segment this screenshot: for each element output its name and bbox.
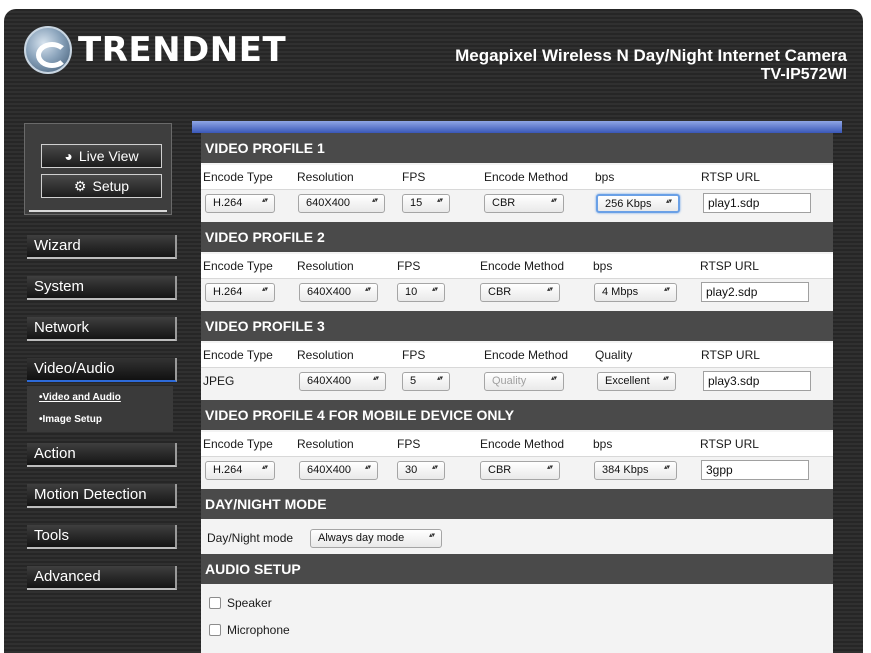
label-fps: FPS xyxy=(402,170,426,184)
label-rtsp-url: RTSP URL xyxy=(701,170,760,184)
eye-icon: ◕ xyxy=(64,148,73,164)
audio-setup-heading: AUDIO SETUP xyxy=(201,554,833,584)
profile-3-labels: Encode Type Resolution FPS Encode Method… xyxy=(201,343,833,368)
microphone-label: Microphone xyxy=(227,623,290,637)
gears-icon: ⚙ xyxy=(73,177,87,194)
nav-tools[interactable]: Tools xyxy=(27,525,177,549)
submenu-image-setup-label: Image Setup xyxy=(42,414,102,425)
submenu-video-and-audio-label: Video and Audio xyxy=(42,392,121,403)
profile-3-heading: VIDEO PROFILE 3 xyxy=(201,311,833,341)
speaker-checkbox[interactable] xyxy=(209,597,221,609)
content-top-bar xyxy=(192,121,842,133)
profile-4-encode-method-select[interactable]: CBR xyxy=(480,461,560,480)
profile-3-fps-select[interactable]: 5 xyxy=(402,372,450,391)
submenu-image-setup[interactable]: •Image Setup xyxy=(39,414,102,425)
profile-4-heading: VIDEO PROFILE 4 FOR MOBILE DEVICE ONLY xyxy=(201,400,833,430)
setup-label: Setup xyxy=(92,178,130,194)
nav-advanced[interactable]: Advanced xyxy=(27,566,177,590)
profile-1-controls: H.264 640X400 15 CBR 256 Kbps play1.sdp xyxy=(201,190,833,218)
nav-motion-detection[interactable]: Motion Detection xyxy=(27,484,177,508)
profile-3-encode-type-value: JPEG xyxy=(203,374,235,388)
profile-3-resolution-select[interactable]: 640X400 xyxy=(299,372,386,391)
product-title-block: Megapixel Wireless N Day/Night Internet … xyxy=(455,46,847,84)
label-resolution: Resolution xyxy=(297,348,354,362)
label-encode-type: Encode Type xyxy=(203,437,273,451)
profile-1-bps-select[interactable]: 256 Kbps xyxy=(596,194,680,213)
profile-2-rtsp-url-input[interactable]: play2.sdp xyxy=(701,282,809,302)
profile-1-encode-method-select[interactable]: CBR xyxy=(484,194,564,213)
profile-2-fps-select[interactable]: 10 xyxy=(397,283,445,302)
trendnet-logo-icon xyxy=(24,26,72,74)
profile-4-bps-select[interactable]: 384 Kbps xyxy=(594,461,677,480)
profile-1-heading: VIDEO PROFILE 1 xyxy=(201,133,833,163)
nav-wizard[interactable]: Wizard xyxy=(27,235,177,259)
profile-4-controls: H.264 640X400 30 CBR 384 Kbps 3gpp xyxy=(201,457,833,485)
label-bps: bps xyxy=(593,437,613,451)
product-model: TV-IP572WI xyxy=(760,66,847,83)
label-encode-type: Encode Type xyxy=(203,348,273,362)
profile-2-encode-type-select[interactable]: H.264 xyxy=(205,283,275,302)
label-encode-method: Encode Method xyxy=(484,348,569,362)
profile-1-fps-select[interactable]: 15 xyxy=(402,194,450,213)
speaker-label: Speaker xyxy=(227,596,272,610)
label-fps: FPS xyxy=(397,259,421,273)
microphone-checkbox[interactable] xyxy=(209,624,221,636)
brand-name: TRENDNET xyxy=(78,30,287,70)
profile-4-encode-type-select[interactable]: H.264 xyxy=(205,461,275,480)
label-fps: FPS xyxy=(397,437,421,451)
trendnet-logo: TRENDNET xyxy=(24,26,286,74)
label-encode-method: Encode Method xyxy=(480,437,565,451)
label-fps: FPS xyxy=(402,348,426,362)
profile-2-controls: H.264 640X400 10 CBR 4 Mbps play2.sdp xyxy=(201,279,833,307)
label-resolution: Resolution xyxy=(297,437,354,451)
microphone-option[interactable]: Microphone xyxy=(209,623,290,637)
label-rtsp-url: RTSP URL xyxy=(700,259,759,273)
label-encode-type: Encode Type xyxy=(203,170,273,184)
day-night-heading: DAY/NIGHT MODE xyxy=(201,489,833,519)
label-resolution: Resolution xyxy=(297,259,354,273)
profile-3-controls: JPEG 640X400 5 Quality Excellent play3.s… xyxy=(201,368,833,396)
profile-4-rtsp-url-input[interactable]: 3gpp xyxy=(701,460,809,480)
profile-2-encode-method-select[interactable]: CBR xyxy=(480,283,560,302)
view-switch-panel: ◕ Live View ⚙ Setup xyxy=(24,123,172,215)
day-night-label: Day/Night mode xyxy=(207,531,294,545)
day-night-mode-select[interactable]: Always day mode xyxy=(310,529,442,548)
label-encode-method: Encode Method xyxy=(480,259,565,273)
profile-4-labels: Encode Type Resolution FPS Encode Method… xyxy=(201,432,833,457)
product-title: Megapixel Wireless N Day/Night Internet … xyxy=(455,46,847,65)
profile-1-rtsp-url-input[interactable]: play1.sdp xyxy=(703,193,811,213)
profile-1-labels: Encode Type Resolution FPS Encode Method… xyxy=(201,165,833,190)
label-bps: bps xyxy=(595,170,615,184)
profile-2-labels: Encode Type Resolution FPS Encode Method… xyxy=(201,254,833,279)
setup-button[interactable]: ⚙ Setup xyxy=(41,174,162,198)
video-settings-panel: VIDEO PROFILE 1 Encode Type Resolution F… xyxy=(201,133,833,653)
nav-action[interactable]: Action xyxy=(27,443,177,467)
profile-2-resolution-select[interactable]: 640X400 xyxy=(299,283,378,302)
speaker-option[interactable]: Speaker xyxy=(209,596,272,610)
live-view-label: Live View xyxy=(78,148,139,164)
profile-1-resolution-select[interactable]: 640X400 xyxy=(298,194,385,213)
profile-3-encode-method-select: Quality xyxy=(484,372,564,391)
profile-2-heading: VIDEO PROFILE 2 xyxy=(201,222,833,252)
profile-4-fps-select[interactable]: 30 xyxy=(397,461,445,480)
live-view-button[interactable]: ◕ Live View xyxy=(41,144,162,168)
profile-3-quality-select[interactable]: Excellent xyxy=(597,372,676,391)
submenu-video-and-audio[interactable]: •Video and Audio xyxy=(39,392,121,403)
label-bps: bps xyxy=(593,259,613,273)
label-encode-type: Encode Type xyxy=(203,259,273,273)
profile-1-encode-type-select[interactable]: H.264 xyxy=(205,194,275,213)
label-rtsp-url: RTSP URL xyxy=(700,437,759,451)
label-rtsp-url: RTSP URL xyxy=(701,348,760,362)
profile-3-rtsp-url-input[interactable]: play3.sdp xyxy=(703,371,811,391)
label-quality: Quality xyxy=(595,348,633,362)
nav-video-audio[interactable]: Video/Audio xyxy=(27,358,177,382)
video-audio-submenu: •Video and Audio •Image Setup xyxy=(27,386,173,432)
profile-4-resolution-select[interactable]: 640X400 xyxy=(299,461,378,480)
profile-2-bps-select[interactable]: 4 Mbps xyxy=(594,283,677,302)
label-resolution: Resolution xyxy=(297,170,354,184)
nav-network[interactable]: Network xyxy=(27,317,177,341)
label-encode-method: Encode Method xyxy=(484,170,569,184)
nav-system[interactable]: System xyxy=(27,276,177,300)
